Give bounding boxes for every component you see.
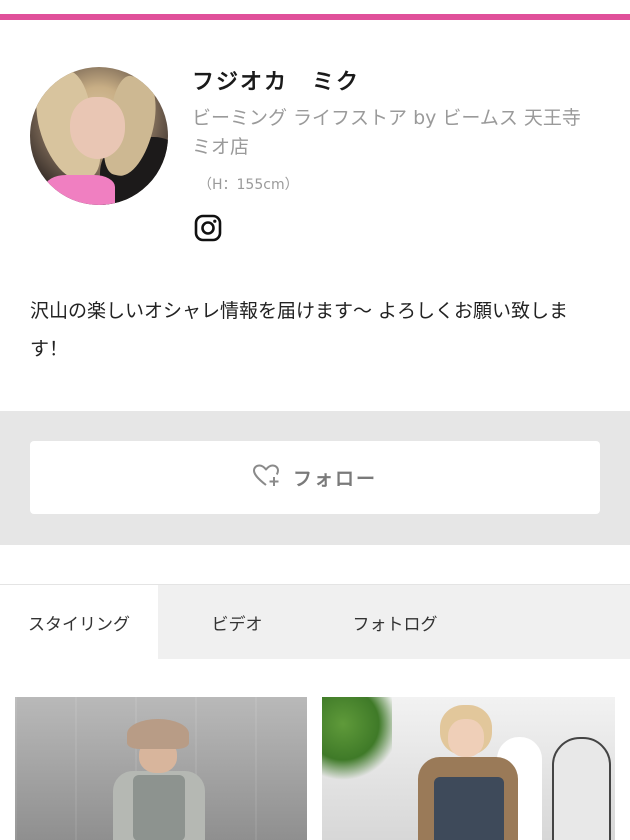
follow-button[interactable]: フォロー [30, 441, 600, 514]
photo-plant [322, 697, 392, 787]
tab-styling[interactable]: スタイリング [0, 585, 158, 659]
photo-figure-overalls [434, 777, 504, 840]
tab-video[interactable]: ビデオ [158, 585, 316, 659]
staff-name: フジオカ ミク [192, 70, 361, 95]
avatar[interactable] [30, 67, 168, 205]
content-tabs: スタイリング ビデオ フォトログ [0, 584, 630, 659]
follow-label: フォロー [292, 468, 377, 490]
accent-top-bar [0, 14, 630, 20]
tab-photolog[interactable]: フォトログ [316, 585, 474, 659]
photo-mirror [552, 737, 611, 840]
profile-bio: 沢山の楽しいオシャレ情報を届けます〜 よろしくお願い致します！ [30, 300, 569, 360]
follow-section: フォロー [0, 411, 630, 545]
styling-photo-2[interactable] [322, 697, 615, 840]
photo-figure-dress [133, 775, 185, 840]
photo-figure-face [448, 719, 484, 757]
photo-figure-hat [127, 719, 189, 749]
avatar-face [70, 97, 125, 159]
instagram-icon[interactable] [194, 214, 222, 242]
heart-plus-icon [252, 464, 281, 492]
staff-height: （H：155cm） [198, 177, 299, 193]
styling-photo-1[interactable] [15, 697, 307, 840]
shop-name[interactable]: ビーミング ライフストア by ビームス 天王寺ミオ店 [192, 104, 592, 162]
avatar-pink-item [45, 175, 115, 205]
